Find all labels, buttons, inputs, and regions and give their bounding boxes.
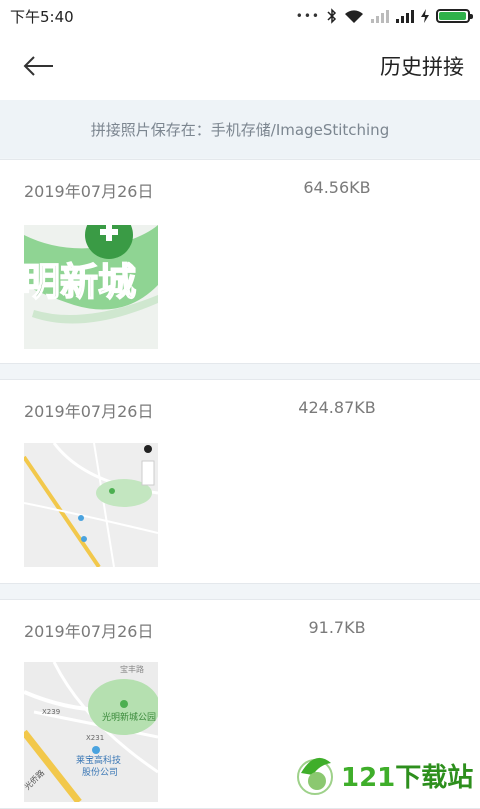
watermark-number: 121 — [341, 762, 396, 793]
map-label: 莱宝高科技 — [76, 754, 121, 766]
charging-icon — [421, 9, 429, 23]
map-label: X239 — [42, 708, 60, 716]
page-title: 历史拼接 — [380, 55, 464, 79]
map-thumbnail-image — [24, 443, 158, 567]
more-dots-icon: ••• — [295, 9, 320, 23]
map-label: 光明新城公园 — [102, 711, 156, 723]
back-button[interactable] — [22, 49, 56, 83]
history-item[interactable]: 2019年07月26日 64.56KB 明新城 — [0, 159, 480, 364]
item-date: 2019年07月26日 — [24, 402, 154, 421]
history-item[interactable]: 2019年07月26日 424.87KB — [0, 379, 480, 584]
status-bar: 下午5:40 ••• — [0, 0, 480, 32]
app-header: 历史拼接 — [0, 32, 480, 100]
stitch-thumbnail[interactable]: 明新城 — [24, 225, 158, 349]
save-location-text: 拼接照片保存在：手机存储/ImageStitching — [90, 120, 390, 139]
save-location-info: 拼接照片保存在：手机存储/ImageStitching — [0, 100, 480, 158]
item-size: 64.56KB — [303, 178, 371, 197]
wifi-icon — [345, 9, 363, 23]
map-thumbnail-image: 宝丰路 光明新城公园 X231 X239 莱宝高科技 股份公司 光侨路 — [24, 662, 158, 802]
battery-icon — [436, 9, 473, 23]
item-size: 424.87KB — [298, 398, 376, 417]
map-label: 宝丰路 — [120, 664, 144, 674]
thumbnail-image: 明新城 — [24, 225, 158, 349]
bluetooth-icon — [327, 8, 337, 24]
status-icons: ••• — [295, 8, 473, 24]
item-size: 91.7KB — [308, 618, 366, 637]
map-label: 股份公司 — [82, 766, 118, 778]
item-date: 2019年07月26日 — [24, 622, 154, 641]
site-watermark: 121下载站 — [295, 752, 477, 798]
watermark-text: 121下载站 — [341, 757, 473, 794]
back-arrow-icon — [23, 56, 53, 76]
battery-fill — [439, 12, 466, 20]
watermark-cn: 下载站 — [395, 762, 474, 793]
stitch-thumbnail[interactable] — [24, 443, 158, 567]
item-date: 2019年07月26日 — [24, 182, 154, 201]
status-time: 下午5:40 — [10, 7, 74, 26]
signal-weak-icon — [371, 10, 389, 23]
stitch-thumbnail[interactable]: 宝丰路 光明新城公园 X231 X239 莱宝高科技 股份公司 光侨路 — [24, 662, 158, 802]
thumbnail-label: 明新城 — [24, 260, 136, 304]
map-label: X231 — [86, 734, 104, 742]
watermark-logo-icon — [297, 757, 333, 795]
signal-icon — [396, 10, 414, 23]
